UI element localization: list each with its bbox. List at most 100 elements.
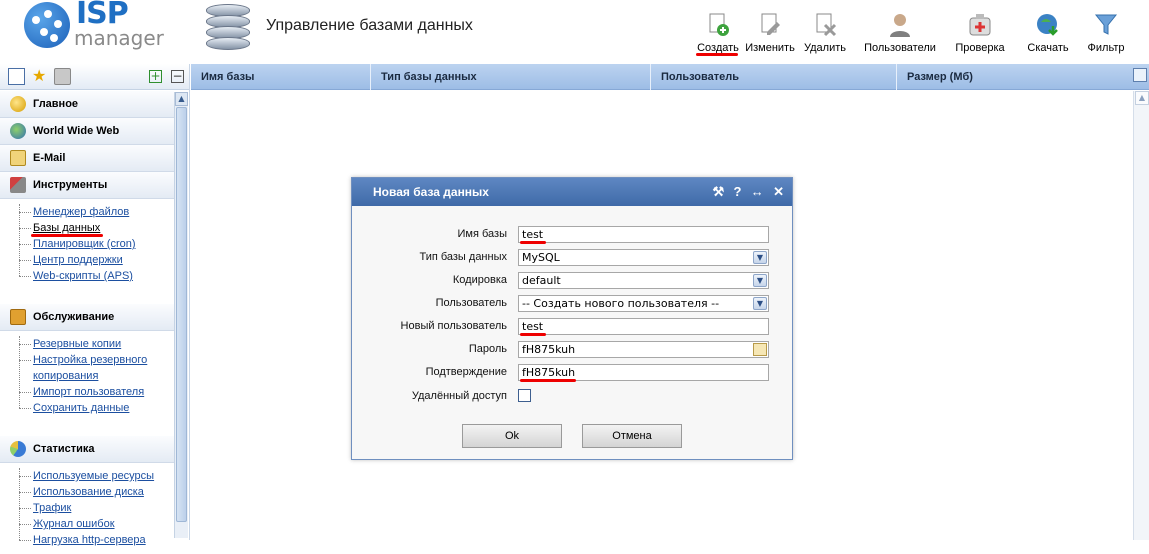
sidebar-item-import-user[interactable]: Импорт пользователя [19, 384, 174, 400]
sidebar-item-aps[interactable]: Web-скрипты (APS) [19, 268, 174, 284]
sidebar-item-save-data[interactable]: Сохранить данные [19, 400, 174, 416]
filter-button[interactable]: Фильтр [1084, 10, 1128, 60]
check-icon [967, 12, 993, 38]
download-label: Скачать [1027, 42, 1069, 54]
sidebar-item-support[interactable]: Центр поддержки [19, 252, 174, 268]
cancel-button[interactable]: Отмена [582, 424, 682, 448]
check-button[interactable]: Проверка [952, 10, 1008, 60]
column-db-name[interactable]: Имя базы [191, 64, 371, 90]
create-icon [705, 12, 731, 38]
field-label: Имя базы [457, 228, 507, 240]
sidebar-item-backups[interactable]: Резервные копии [19, 336, 174, 352]
chevron-down-icon[interactable]: ▼ [753, 297, 767, 310]
favorites-star-icon[interactable]: ★ [32, 68, 49, 85]
sidebar-scroll-thumb[interactable] [176, 107, 187, 522]
encoding-value: default [522, 274, 561, 287]
remote-access-checkbox[interactable] [518, 389, 531, 402]
field-label: Подтверждение [425, 366, 507, 378]
create-highlight [696, 53, 738, 56]
dialog-title: Новая база данных [373, 185, 489, 199]
new-user-input[interactable]: test [518, 318, 769, 335]
page-title: Управление базами данных [266, 17, 473, 34]
pin-icon[interactable]: ⚒ [712, 178, 724, 206]
sidebar-section-www[interactable]: World Wide Web [0, 118, 174, 145]
check-label: Проверка [955, 42, 1005, 54]
menu-view-icon[interactable] [8, 68, 25, 85]
ok-button[interactable]: Ok [462, 424, 562, 448]
sidebar-section-tools[interactable]: Инструменты [0, 172, 174, 199]
users-icon [887, 12, 913, 38]
sidebar-item-backup-settings[interactable]: Настройка резервного копирования [19, 352, 174, 384]
sidebar-section-label: World Wide Web [33, 125, 120, 137]
resize-icon[interactable]: ↔ [751, 178, 764, 206]
ispmanager-logo[interactable]: ISP manager [22, 0, 164, 52]
field-label: Пользователь [435, 297, 507, 309]
db-type-select[interactable]: MySQL ▼ [518, 249, 769, 266]
collapse-all-icon[interactable]: − [171, 70, 184, 83]
field-label: Новый пользователь [400, 320, 507, 332]
sidebar-section-email[interactable]: E-Mail [0, 145, 174, 172]
sidebar-item-cron[interactable]: Планировщик (cron) [19, 236, 174, 252]
filter-icon [1093, 12, 1119, 38]
sidebar-item-http-load[interactable]: Нагрузка http-сервера [19, 532, 174, 548]
password-value: fH875kuh [522, 343, 576, 356]
field-password: Пароль fH875kuh [352, 341, 792, 361]
sidebar-section-label: Обслуживание [33, 311, 115, 323]
sidebar-item-resources[interactable]: Используемые ресурсы [19, 468, 174, 484]
new-user-highlight [520, 333, 546, 336]
columns-config-icon[interactable] [1133, 68, 1147, 82]
dialog-titlebar[interactable]: Новая база данных ⚒ ? ↔ ✕ [352, 178, 792, 206]
table-scrollbar[interactable]: ▲ [1133, 91, 1149, 540]
globe-icon [10, 123, 26, 139]
dialog-tools: ⚒ ? ↔ ✕ [706, 178, 784, 206]
logo-icon [24, 2, 70, 48]
close-icon[interactable]: ✕ [773, 178, 784, 206]
sidebar: ★ + − Главное World Wide Web E-Mail Инст… [0, 64, 190, 546]
briefcase-icon[interactable] [54, 68, 71, 85]
encoding-select[interactable]: default ▼ [518, 272, 769, 289]
sidebar-section-label: Инструменты [33, 179, 108, 191]
column-db-type[interactable]: Тип базы данных [371, 64, 651, 90]
chevron-down-icon[interactable]: ▼ [753, 251, 767, 264]
field-label: Пароль [468, 343, 507, 355]
field-encoding: Кодировка default ▼ [352, 272, 792, 292]
field-db-name: Имя базы test [352, 226, 792, 246]
user-select[interactable]: -- Создать нового пользователя -- ▼ [518, 295, 769, 312]
logo-product: manager [74, 26, 164, 50]
sidebar-item-error-log[interactable]: Журнал ошибок [19, 516, 174, 532]
column-user[interactable]: Пользователь [651, 64, 897, 90]
sidebar-section-stats[interactable]: Статистика [0, 436, 174, 463]
edit-label: Изменить [745, 42, 795, 54]
scroll-up-icon[interactable]: ▲ [1135, 91, 1149, 105]
table-header: Имя базы Тип базы данных Пользователь Ра… [191, 64, 1149, 90]
db-type-value: MySQL [522, 251, 560, 264]
sidebar-item-disk-usage[interactable]: Использование диска [19, 484, 174, 500]
db-name-input[interactable]: test [518, 226, 769, 243]
scroll-up-icon[interactable]: ▲ [175, 92, 188, 106]
edit-button[interactable]: Изменить [742, 10, 798, 60]
download-button[interactable]: Скачать [1024, 10, 1072, 60]
user-value: -- Создать нового пользователя -- [522, 297, 720, 310]
delete-icon [812, 12, 838, 38]
delete-button[interactable]: Удалить [800, 10, 850, 60]
download-icon [1035, 12, 1061, 38]
column-size[interactable]: Размер (Мб) [897, 64, 1133, 90]
sidebar-section-main[interactable]: Главное [0, 91, 174, 118]
field-confirm: Подтверждение fH875kuh [352, 364, 792, 384]
sidebar-item-traffic[interactable]: Трафик [19, 500, 174, 516]
databases-highlight [31, 234, 103, 237]
field-remote-access: Удалённый доступ [352, 388, 792, 408]
chevron-down-icon[interactable]: ▼ [753, 274, 767, 287]
sidebar-submenu-maintenance: Резервные копии Настройка резервного коп… [0, 331, 174, 422]
password-input[interactable]: fH875kuh [518, 341, 769, 358]
help-icon[interactable]: ? [733, 178, 741, 206]
sidebar-submenu-stats: Используемые ресурсы Использование диска… [0, 463, 174, 554]
users-button[interactable]: Пользователи [862, 10, 938, 60]
expand-all-icon[interactable]: + [149, 70, 162, 83]
sidebar-item-file-manager[interactable]: Менеджер файлов [19, 204, 174, 220]
sidebar-scrollbar[interactable]: ▲ [174, 92, 188, 538]
generate-password-icon[interactable] [753, 343, 767, 356]
sidebar-menu: Главное World Wide Web E-Mail Инструмент… [0, 91, 174, 554]
sidebar-section-maintenance[interactable]: Обслуживание [0, 304, 174, 331]
field-user: Пользователь -- Создать нового пользоват… [352, 295, 792, 315]
